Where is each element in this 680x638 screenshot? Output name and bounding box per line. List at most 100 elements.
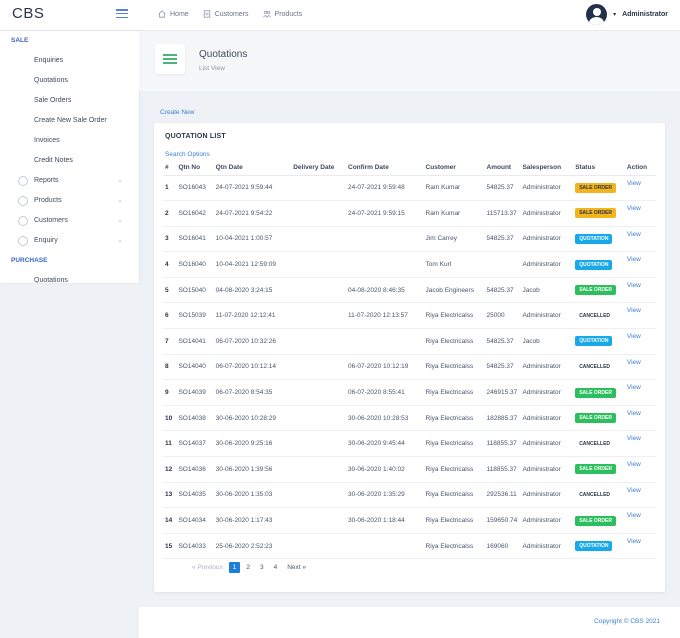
chevron-down-icon[interactable]: ▾ — [613, 11, 616, 18]
sidebar-item-reports[interactable]: Reports ⌄ — [0, 171, 139, 191]
view-link[interactable]: View — [624, 302, 656, 330]
sidebar-item-sale-orders[interactable]: Sale Orders — [0, 91, 139, 111]
status-badge: SALE ORDER — [575, 515, 616, 526]
view-link[interactable]: View — [624, 533, 656, 560]
table-cell: 246915.37 — [484, 379, 521, 406]
topnav-home[interactable]: Home — [158, 10, 189, 18]
table-cell: 7 — [163, 328, 177, 355]
column-header: Amount — [484, 161, 521, 176]
sidebar-item-credit-notes[interactable]: Credit Notes — [0, 151, 139, 171]
view-link[interactable]: View — [624, 379, 656, 406]
menu-toggle-icon[interactable] — [116, 9, 128, 19]
pagination-previous[interactable]: « Previous — [188, 562, 227, 573]
view-link[interactable]: View — [624, 482, 656, 509]
sidebar-item-quotations[interactable]: Quotations — [0, 71, 139, 91]
table-cell: 24-07-2021 9:59:15 — [346, 200, 424, 227]
table-row: 4 SO16040 10-04-2021 12:59:09 Tom Kurl Admin… — [163, 251, 656, 278]
table-cell: SO14038 — [176, 405, 214, 432]
user-menu[interactable]: ▾ Administrator — [586, 4, 668, 25]
table-body: 1 SO16043 24-07-2021 9:59:44 24-07-2021 9:5… — [163, 175, 656, 560]
table-cell: Jim Carrey — [423, 226, 485, 253]
table-cell: 3 — [163, 226, 177, 253]
table-cell: SO14034 — [176, 507, 214, 534]
table-cell: Administrator — [520, 379, 574, 406]
sidebar-item-invoices[interactable]: Invoices — [0, 131, 139, 151]
search-options-link[interactable]: Search Options — [165, 151, 210, 158]
table-cell: 30-06-2020 9:25:16 — [213, 430, 292, 458]
pagination-next[interactable]: Next » — [283, 562, 310, 573]
table-cell: SALE ORDER — [573, 200, 625, 227]
status-badge: SALE ORDER — [575, 285, 616, 296]
products-icon — [18, 196, 28, 206]
topnav-customers[interactable]: Customers — [203, 10, 249, 18]
table-cell: 30-06-2020 1:40:02 — [346, 456, 424, 483]
table-cell: Riya Electricalss — [423, 405, 485, 432]
table-cell — [291, 507, 346, 534]
table-cell: SALE ORDER — [573, 507, 625, 534]
sidebar-item-purchase-quotations[interactable]: Quotations — [0, 271, 139, 283]
table-cell: SALE ORDER — [573, 277, 625, 304]
view-link[interactable]: View — [624, 430, 656, 458]
table-cell: SALE ORDER — [573, 379, 625, 406]
avatar[interactable] — [586, 4, 608, 25]
page-title: Quotations — [199, 49, 248, 60]
table-cell: 118855.37 — [484, 456, 521, 483]
table-cell: CANCELLED — [573, 354, 625, 381]
card-title: QUOTATION LIST — [165, 133, 226, 140]
brand-logo[interactable]: CBS — [12, 5, 44, 22]
pagination-page-3[interactable]: 3 — [256, 562, 268, 573]
table-cell — [291, 354, 346, 381]
table-row: 7 SO14041 06-07-2020 10:32:26 Riya Electric… — [163, 328, 656, 355]
table-cell: Riya Electricalss — [423, 482, 485, 509]
topnav-products[interactable]: Products — [262, 10, 302, 18]
view-link[interactable]: View — [624, 251, 656, 278]
sidebar-item-customers[interactable]: Customers ⌄ — [0, 211, 139, 231]
view-link[interactable]: View — [624, 200, 656, 227]
pagination-page-1[interactable]: 1 — [228, 562, 241, 573]
copyright-text: Copyright © CBS 2021 — [594, 618, 660, 625]
page-subtitle: List View — [199, 65, 225, 72]
top-nav: Home Customers Products — [158, 10, 302, 18]
products-icon — [262, 10, 271, 18]
table-cell: 5 — [163, 277, 177, 304]
view-link[interactable]: View — [624, 507, 656, 534]
table-row: 3 SO16041 10-04-2021 1:00:57 Jim Carrey 5482… — [163, 226, 656, 253]
table-row: 14 SO14034 30-06-2020 1:17:43 30-06-2020 1:… — [163, 507, 656, 534]
table-cell: 8 — [163, 354, 177, 381]
table-cell: 13 — [163, 482, 177, 509]
table-cell: Riya Electricalss — [423, 328, 485, 355]
view-link[interactable]: View — [624, 226, 656, 253]
sidebar-item-label: Reports — [34, 177, 59, 184]
view-link[interactable]: View — [624, 405, 656, 432]
view-link[interactable]: View — [624, 277, 656, 304]
view-link[interactable]: View — [624, 456, 656, 483]
create-new-link[interactable]: Create New — [160, 109, 194, 116]
table-cell: 118855.37 — [484, 430, 521, 458]
pagination-page-4[interactable]: 4 — [270, 562, 282, 573]
view-link[interactable]: View — [624, 328, 656, 355]
pagination-page-2[interactable]: 2 — [242, 562, 254, 573]
table-cell — [346, 328, 424, 355]
table-cell: 292536.11 — [484, 482, 521, 509]
user-name[interactable]: Administrator — [622, 11, 668, 18]
sidebar-item-enquiries[interactable]: Enquiries — [0, 51, 139, 71]
table-cell: QUOTATION — [573, 328, 625, 355]
table-cell: QUOTATION — [573, 226, 625, 253]
table-cell: QUOTATION — [573, 251, 625, 278]
table-cell: Administrator — [520, 302, 574, 330]
view-link[interactable]: View — [624, 354, 656, 381]
table-cell: 182885.37 — [484, 405, 521, 432]
sidebar-item-products[interactable]: Products ⌄ — [0, 191, 139, 211]
table-cell — [291, 482, 346, 509]
table-cell: 30-06-2020 1:35:03 — [213, 482, 292, 509]
table-cell: 30-06-2020 10:28:29 — [213, 405, 292, 432]
sidebar-item-create-sale-order[interactable]: Create New Sale Order — [0, 111, 139, 131]
table-row: 6 SO15039 11-07-2020 12:12:41 11-07-2020 12… — [163, 302, 656, 330]
table-cell: 06-07-2020 10:32:26 — [213, 328, 292, 355]
table-cell: 4 — [163, 251, 177, 278]
home-icon — [158, 10, 166, 18]
sidebar-item-enquiry[interactable]: Enquiry ⌄ — [0, 231, 139, 251]
table-cell: 15 — [163, 533, 177, 560]
view-link[interactable]: View — [624, 175, 656, 202]
table-cell: 30-06-2020 1:39:56 — [213, 456, 292, 483]
